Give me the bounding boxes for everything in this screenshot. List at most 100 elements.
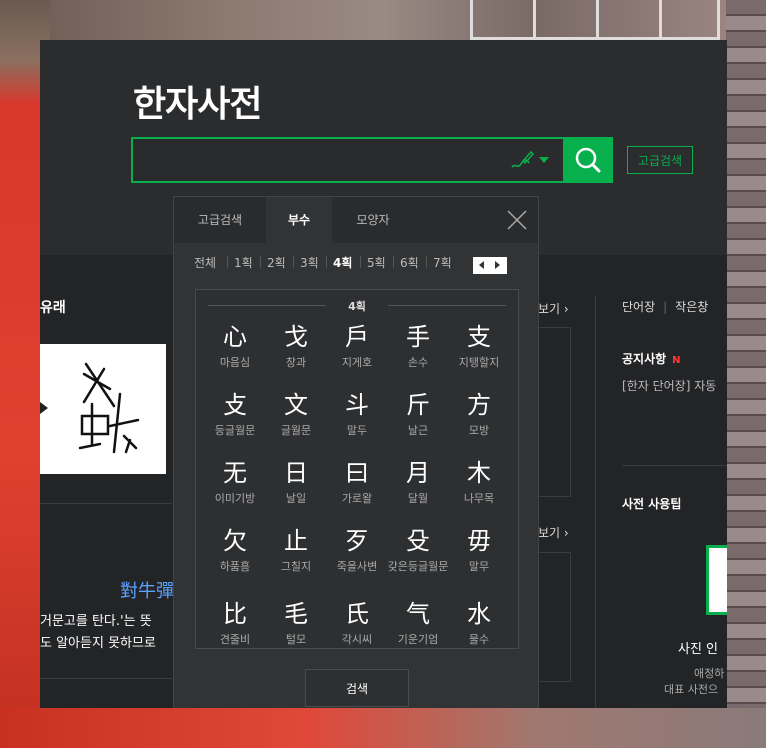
radical-cell[interactable]: 方 모방 (448, 390, 510, 438)
background-window (470, 0, 720, 40)
radical-cell[interactable]: 斤 날근 (387, 390, 449, 438)
hanja-origin-image[interactable] (40, 344, 166, 474)
radical-character: 氏 (345, 600, 369, 628)
radical-cell[interactable]: 止 그칠지 (265, 526, 327, 574)
radical-cell[interactable]: 歹 죽을사변 (326, 526, 388, 574)
radical-character: 月 (406, 459, 430, 487)
chevron-down-icon[interactable] (539, 157, 549, 163)
radical-cell[interactable]: 毋 말무 (448, 526, 510, 574)
stroke-all[interactable]: 전체 (194, 254, 216, 271)
idiom-title[interactable]: 對牛彈 (120, 577, 174, 603)
radical-cell[interactable]: 攴 등글월문 (204, 390, 266, 438)
radical-cell[interactable]: 手 손수 (387, 322, 449, 370)
more-link[interactable]: 보기 › (538, 300, 569, 317)
tip-subtext: 애정하 (694, 667, 725, 680)
handwriting-pen-icon[interactable] (509, 149, 535, 171)
tab-radical[interactable]: 부수 (266, 197, 332, 243)
radical-cell[interactable]: 月 달월 (387, 458, 449, 506)
notice-title[interactable]: 공지사항 N (622, 350, 681, 367)
radical-character: 毛 (284, 600, 308, 628)
radical-character: 斤 (406, 391, 430, 419)
radical-name: 기운기엄 (397, 633, 439, 646)
search-submit-button[interactable]: 검색 (305, 669, 409, 707)
close-icon[interactable] (506, 209, 528, 231)
radical-cell[interactable]: 氏 각시씨 (326, 599, 388, 647)
stroke-7[interactable]: 7획 (433, 254, 452, 271)
stroke-pager (473, 257, 507, 274)
radical-character: 戶 (345, 323, 369, 351)
tip-thumbnail[interactable] (706, 545, 727, 615)
radical-cell[interactable]: 日 날일 (265, 458, 327, 506)
radical-name: 가로왈 (341, 492, 373, 505)
popup-tabs: 고급검색 부수 모양자 (174, 197, 538, 243)
play-icon[interactable] (40, 402, 48, 414)
radical-character: 止 (284, 527, 308, 555)
radical-cell[interactable]: 斗 말두 (326, 390, 388, 438)
radical-name: 창과 (285, 356, 307, 369)
page-title: 한자사전 (133, 84, 262, 125)
separator (326, 256, 327, 268)
radical-name: 갖은등글월문 (387, 560, 449, 573)
tip-subtext: 대표 사전으 (664, 683, 719, 696)
radical-name: 털모 (285, 633, 307, 646)
radical-cell[interactable]: 水 물수 (448, 599, 510, 647)
radical-character: 歹 (345, 527, 369, 555)
radical-cell[interactable]: 欠 하품흠 (204, 526, 266, 574)
stroke-6[interactable]: 6획 (400, 254, 419, 271)
radical-cell[interactable]: 戶 지게호 (326, 322, 388, 370)
radical-character: 欠 (223, 527, 247, 555)
radical-name: 지게호 (341, 356, 373, 369)
tip-caption[interactable]: 사진 인 (678, 638, 718, 657)
radical-cell[interactable]: 毛 털모 (265, 599, 327, 647)
radical-character: 戈 (284, 323, 308, 351)
wordbook-link[interactable]: 단어장 (622, 300, 655, 314)
background-right (726, 0, 766, 748)
radical-cell[interactable]: 心 마음심 (204, 322, 266, 370)
radical-character: 气 (406, 600, 430, 628)
chevron-right-icon[interactable] (495, 261, 500, 269)
radical-character: 手 (406, 323, 430, 351)
radical-name: 모방 (468, 424, 490, 437)
radical-character: 日 (284, 459, 308, 487)
utility-links: 단어장 | 작은창 (622, 298, 708, 315)
tab-shape[interactable]: 모양자 (332, 197, 414, 243)
radical-cell[interactable]: 气 기운기엄 (387, 599, 449, 647)
separator (393, 256, 394, 268)
content-card (538, 327, 571, 497)
radical-cell[interactable]: 曰 가로왈 (326, 458, 388, 506)
separator (227, 256, 228, 268)
more-link[interactable]: 보기 › (538, 524, 569, 541)
radical-cell[interactable]: 无 이미기방 (204, 458, 266, 506)
stroke-2[interactable]: 2획 (267, 254, 286, 271)
notice-item[interactable]: [한자 단어장] 자동 (622, 377, 716, 394)
radical-character: 方 (467, 391, 491, 419)
radical-character: 支 (467, 323, 491, 351)
search-button[interactable] (563, 137, 613, 183)
radical-name: 지탱할지 (458, 356, 500, 369)
radical-name: 견줄비 (219, 633, 251, 646)
radical-name: 그칠지 (280, 560, 312, 573)
stroke-4[interactable]: 4획 (333, 254, 352, 271)
mini-window-link[interactable]: 작은창 (675, 300, 708, 314)
radical-character: 水 (467, 600, 491, 628)
radical-cell[interactable]: 文 글월문 (265, 390, 327, 438)
radical-cell[interactable]: 戈 창과 (265, 322, 327, 370)
stroke-3[interactable]: 3획 (300, 254, 319, 271)
radical-character: 文 (284, 391, 308, 419)
stroke-1[interactable]: 1획 (234, 254, 253, 271)
stroke-5[interactable]: 5획 (367, 254, 386, 271)
radical-cell[interactable]: 支 지탱할지 (448, 322, 510, 370)
radical-character: 无 (223, 459, 247, 487)
radical-name: 글월문 (280, 424, 312, 437)
radical-cell[interactable]: 比 견줄비 (204, 599, 266, 647)
radical-name: 물수 (468, 633, 490, 646)
separator (293, 256, 294, 268)
radical-cell[interactable]: 殳 갖은등글월문 (387, 526, 449, 574)
origin-section-title: 유래 (40, 300, 66, 316)
radical-character: 曰 (345, 459, 369, 487)
advanced-search-button[interactable]: 고급검색 (627, 146, 693, 174)
search-input[interactable] (133, 139, 517, 183)
radical-cell[interactable]: 木 나무목 (448, 458, 510, 506)
chevron-left-icon[interactable] (479, 261, 484, 269)
tab-advanced-search[interactable]: 고급검색 (174, 197, 266, 243)
